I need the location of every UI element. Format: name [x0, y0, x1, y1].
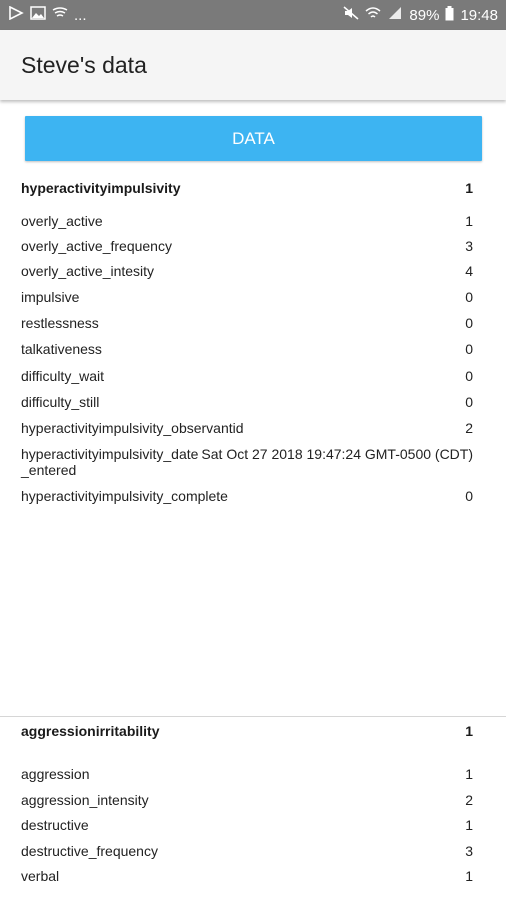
status-bar: ... 89% 19:48: [0, 0, 506, 30]
list-item: difficulty_still 0: [21, 394, 473, 410]
battery-percent: 89%: [409, 6, 440, 24]
list-item: hyperactivityimpulsivity_date_entered Sa…: [21, 446, 473, 478]
field-key: hyperactivityimpulsivity_date_entered: [21, 446, 199, 478]
field-key: aggression: [21, 766, 90, 782]
field-key: overly_active_frequency: [21, 238, 172, 254]
field-value: 2: [465, 792, 473, 808]
mute-icon: [343, 6, 359, 24]
list-item: destructive 1: [21, 817, 473, 833]
field-value: 0: [465, 289, 473, 305]
list-item: impulsive 0: [21, 289, 473, 305]
cast-icon: [52, 6, 68, 24]
status-bar-right: 89% 19:48: [343, 5, 498, 25]
list-item: aggression_intensity 2: [21, 792, 473, 808]
field-value: 2: [465, 420, 473, 436]
section-header: aggressionirritability 1: [21, 721, 473, 741]
field-key: verbal: [21, 868, 60, 884]
list-item: overly_active_frequency 3: [21, 238, 473, 254]
more-notifications-indicator: ...: [74, 6, 87, 24]
play-store-icon: [8, 6, 24, 24]
section-divider: [0, 716, 506, 717]
field-key: impulsive: [21, 289, 80, 305]
data-button[interactable]: DATA: [25, 116, 482, 161]
list-item: verbal 1: [21, 868, 473, 884]
battery-icon: [445, 5, 454, 25]
field-value: Sat Oct 27 2018 19:47:24 GMT-0500 (CDT): [201, 446, 473, 462]
section-title: hyperactivityimpulsivity: [21, 180, 181, 196]
field-key: overly_active: [21, 213, 103, 229]
clock: 19:48: [460, 6, 498, 24]
field-value: 1: [465, 868, 473, 884]
field-key: overly_active_intesity: [21, 263, 155, 279]
list-item: restlessness 0: [21, 315, 473, 331]
list-item: difficulty_wait 0: [21, 368, 473, 384]
section-header: hyperactivityimpulsivity 1: [21, 178, 473, 198]
section-value: 1: [465, 180, 473, 196]
list-item: hyperactivityimpulsivity_observantid 2: [21, 420, 473, 436]
field-value: 0: [465, 488, 473, 504]
list-item: aggression 1: [21, 766, 473, 782]
field-key: hyperactivityimpulsivity_complete: [21, 488, 228, 504]
field-value: 0: [465, 315, 473, 331]
app-bar: Steve's data: [0, 30, 506, 100]
field-key: difficulty_still: [21, 394, 100, 410]
field-key: difficulty_wait: [21, 368, 105, 384]
field-value: 0: [465, 394, 473, 410]
field-key: destructive: [21, 817, 89, 833]
list-item: hyperactivityimpulsivity_complete 0: [21, 488, 473, 504]
field-value: 0: [465, 341, 473, 357]
field-value: 1: [465, 817, 473, 833]
field-key: talkativeness: [21, 341, 102, 357]
list-item: overly_active 1: [21, 213, 473, 229]
list-item: overly_active_intesity 4: [21, 263, 473, 279]
field-value: 4: [465, 263, 473, 279]
field-value: 0: [465, 368, 473, 384]
gallery-icon: [30, 6, 46, 24]
field-key: destructive_frequency: [21, 843, 158, 859]
field-key: restlessness: [21, 315, 99, 331]
section-value: 1: [465, 723, 473, 739]
field-key: hyperactivityimpulsivity_observantid: [21, 420, 244, 436]
field-value: 1: [465, 766, 473, 782]
wifi-icon: [365, 6, 381, 24]
page-title: Steve's data: [21, 51, 147, 78]
field-key: aggression_intensity: [21, 792, 149, 808]
status-bar-left: ...: [8, 6, 87, 24]
list-item: destructive_frequency 3: [21, 843, 473, 859]
section-title: aggressionirritability: [21, 723, 160, 739]
field-value: 1: [465, 213, 473, 229]
field-value: 3: [465, 238, 473, 254]
signal-icon: [387, 6, 403, 24]
field-value: 3: [465, 843, 473, 859]
list-item: talkativeness 0: [21, 341, 473, 357]
